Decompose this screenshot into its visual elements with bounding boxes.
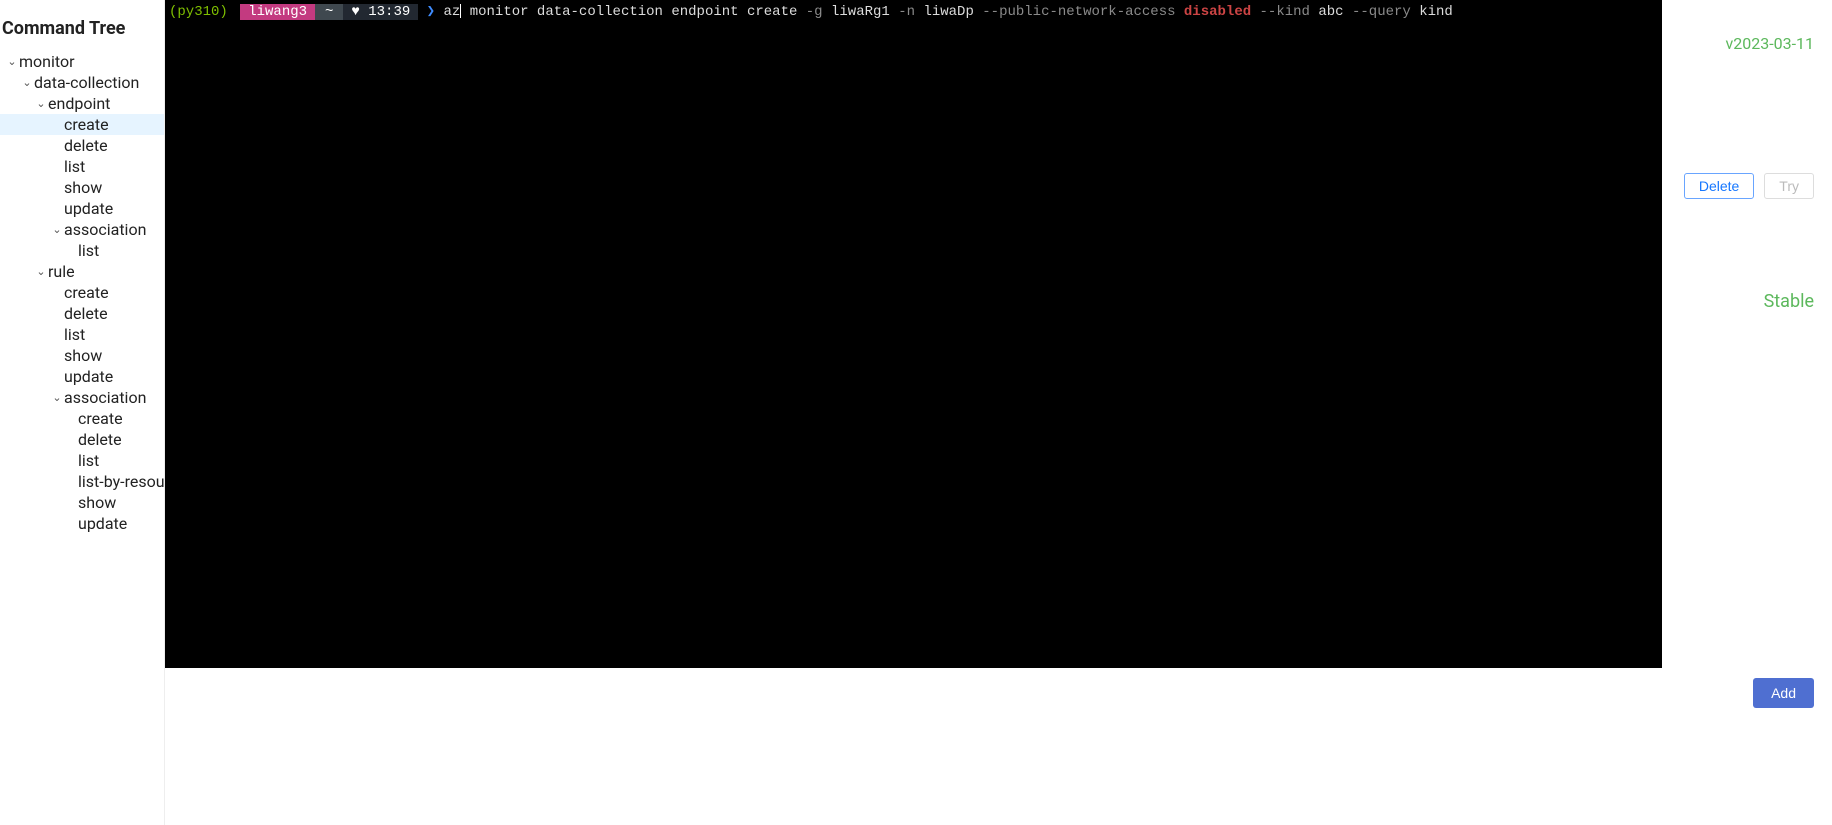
tree-label: create	[64, 283, 109, 302]
chevron-down-icon: ⌄	[50, 391, 64, 404]
tree-leaf-rule-show[interactable]: show	[0, 345, 164, 366]
command-tree-sidebar: Command Tree ⌄ monitor ⌄ data-collection…	[0, 0, 165, 825]
tree-label: list	[64, 157, 85, 176]
terminal-value: kind	[1419, 4, 1453, 20]
tree-leaf-endpoint-list[interactable]: list	[0, 156, 164, 177]
tree-label: show	[64, 178, 102, 197]
tree-label: list	[78, 241, 99, 260]
terminal-cmd: monitor data-collection endpoint create	[470, 4, 798, 20]
tree-leaf-rule-association-delete[interactable]: delete	[0, 429, 164, 450]
terminal-value: abc	[1318, 4, 1343, 20]
tree-label: data-collection	[34, 73, 139, 92]
tree-leaf-rule-association-show[interactable]: show	[0, 492, 164, 513]
action-button-row: Delete Try	[1684, 173, 1814, 199]
tree-label: create	[64, 115, 109, 134]
tree-label: endpoint	[48, 94, 110, 113]
tree-leaf-endpoint-create[interactable]: create	[0, 114, 164, 135]
tree-label: update	[64, 367, 113, 386]
terminal-env: (py310)	[169, 4, 228, 20]
chevron-down-icon: ⌄	[20, 76, 34, 89]
tree-label: show	[78, 493, 116, 512]
tree-leaf-rule-create[interactable]: create	[0, 282, 164, 303]
tree-label: delete	[78, 430, 122, 449]
terminal-cmd-az: az	[444, 4, 461, 20]
stability-status: Stable	[1764, 291, 1814, 312]
terminal-user-segment: liwang3	[240, 4, 315, 20]
tree-label: list-by-resource	[78, 472, 165, 491]
terminal-flag: -n	[898, 4, 915, 20]
tree-node-data-collection[interactable]: ⌄ data-collection	[0, 72, 164, 93]
tree-leaf-rule-association-update[interactable]: update	[0, 513, 164, 534]
terminal-value: liwaRg1	[831, 4, 890, 20]
tree-node-monitor[interactable]: ⌄ monitor	[0, 51, 164, 72]
tree-label: association	[64, 388, 146, 407]
tree-leaf-rule-association-list[interactable]: list	[0, 450, 164, 471]
bottom-row: Add	[165, 668, 1832, 825]
tree-leaf-endpoint-update[interactable]: update	[0, 198, 164, 219]
version-label: v2023-03-11	[1725, 34, 1814, 53]
terminal-row: (py310) liwang3~♥ 13:39 ❯ az monitor dat…	[165, 0, 1832, 668]
tree-label: list	[64, 325, 85, 344]
tree-node-rule[interactable]: ⌄ rule	[0, 261, 164, 282]
delete-button[interactable]: Delete	[1684, 173, 1754, 199]
tree-leaf-rule-list[interactable]: list	[0, 324, 164, 345]
terminal-flag: --query	[1352, 4, 1411, 20]
sidebar-title: Command Tree	[0, 6, 164, 51]
tree-label: monitor	[19, 52, 75, 71]
tree-label: delete	[64, 304, 108, 323]
prompt-arrow-icon: ❯	[418, 4, 443, 20]
tree-leaf-rule-association-list-by-resource[interactable]: list-by-resource	[0, 471, 164, 492]
tree-label: update	[78, 514, 127, 533]
chevron-down-icon: ⌄	[34, 97, 48, 110]
terminal-time-segment: ♥ 13:39	[343, 4, 418, 20]
tree-label: association	[64, 220, 146, 239]
tree-leaf-rule-update[interactable]: update	[0, 366, 164, 387]
right-panel: v2023-03-11 Delete Try Stable	[1662, 0, 1832, 668]
tree-leaf-rule-association-create[interactable]: create	[0, 408, 164, 429]
main-area: (py310) liwang3~♥ 13:39 ❯ az monitor dat…	[165, 0, 1832, 825]
tree-node-endpoint[interactable]: ⌄ endpoint	[0, 93, 164, 114]
terminal[interactable]: (py310) liwang3~♥ 13:39 ❯ az monitor dat…	[165, 0, 1662, 668]
terminal-value: liwaDp	[923, 4, 973, 20]
tree-label: delete	[64, 136, 108, 155]
tree-label: update	[64, 199, 113, 218]
tree-label: show	[64, 346, 102, 365]
terminal-flag: --kind	[1260, 4, 1310, 20]
tree-label: list	[78, 451, 99, 470]
terminal-home-segment: ~	[315, 4, 343, 20]
tree-label: rule	[48, 262, 75, 281]
terminal-cursor	[460, 4, 461, 18]
tree-leaf-rule-delete[interactable]: delete	[0, 303, 164, 324]
tree-leaf-endpoint-association-list[interactable]: list	[0, 240, 164, 261]
terminal-flag: --public-network-access	[982, 4, 1175, 20]
tree-label: create	[78, 409, 123, 428]
terminal-value: disabled	[1184, 4, 1251, 20]
tree-node-rule-association[interactable]: ⌄ association	[0, 387, 164, 408]
chevron-down-icon: ⌄	[5, 55, 19, 68]
heart-icon: ♥	[351, 4, 359, 20]
chevron-down-icon: ⌄	[34, 265, 48, 278]
terminal-time: 13:39	[368, 4, 410, 20]
try-button[interactable]: Try	[1764, 173, 1814, 199]
tree-node-endpoint-association[interactable]: ⌄ association	[0, 219, 164, 240]
terminal-flag: -g	[806, 4, 823, 20]
chevron-down-icon: ⌄	[50, 223, 64, 236]
tree-leaf-endpoint-delete[interactable]: delete	[0, 135, 164, 156]
tree-leaf-endpoint-show[interactable]: show	[0, 177, 164, 198]
add-button[interactable]: Add	[1753, 678, 1814, 708]
